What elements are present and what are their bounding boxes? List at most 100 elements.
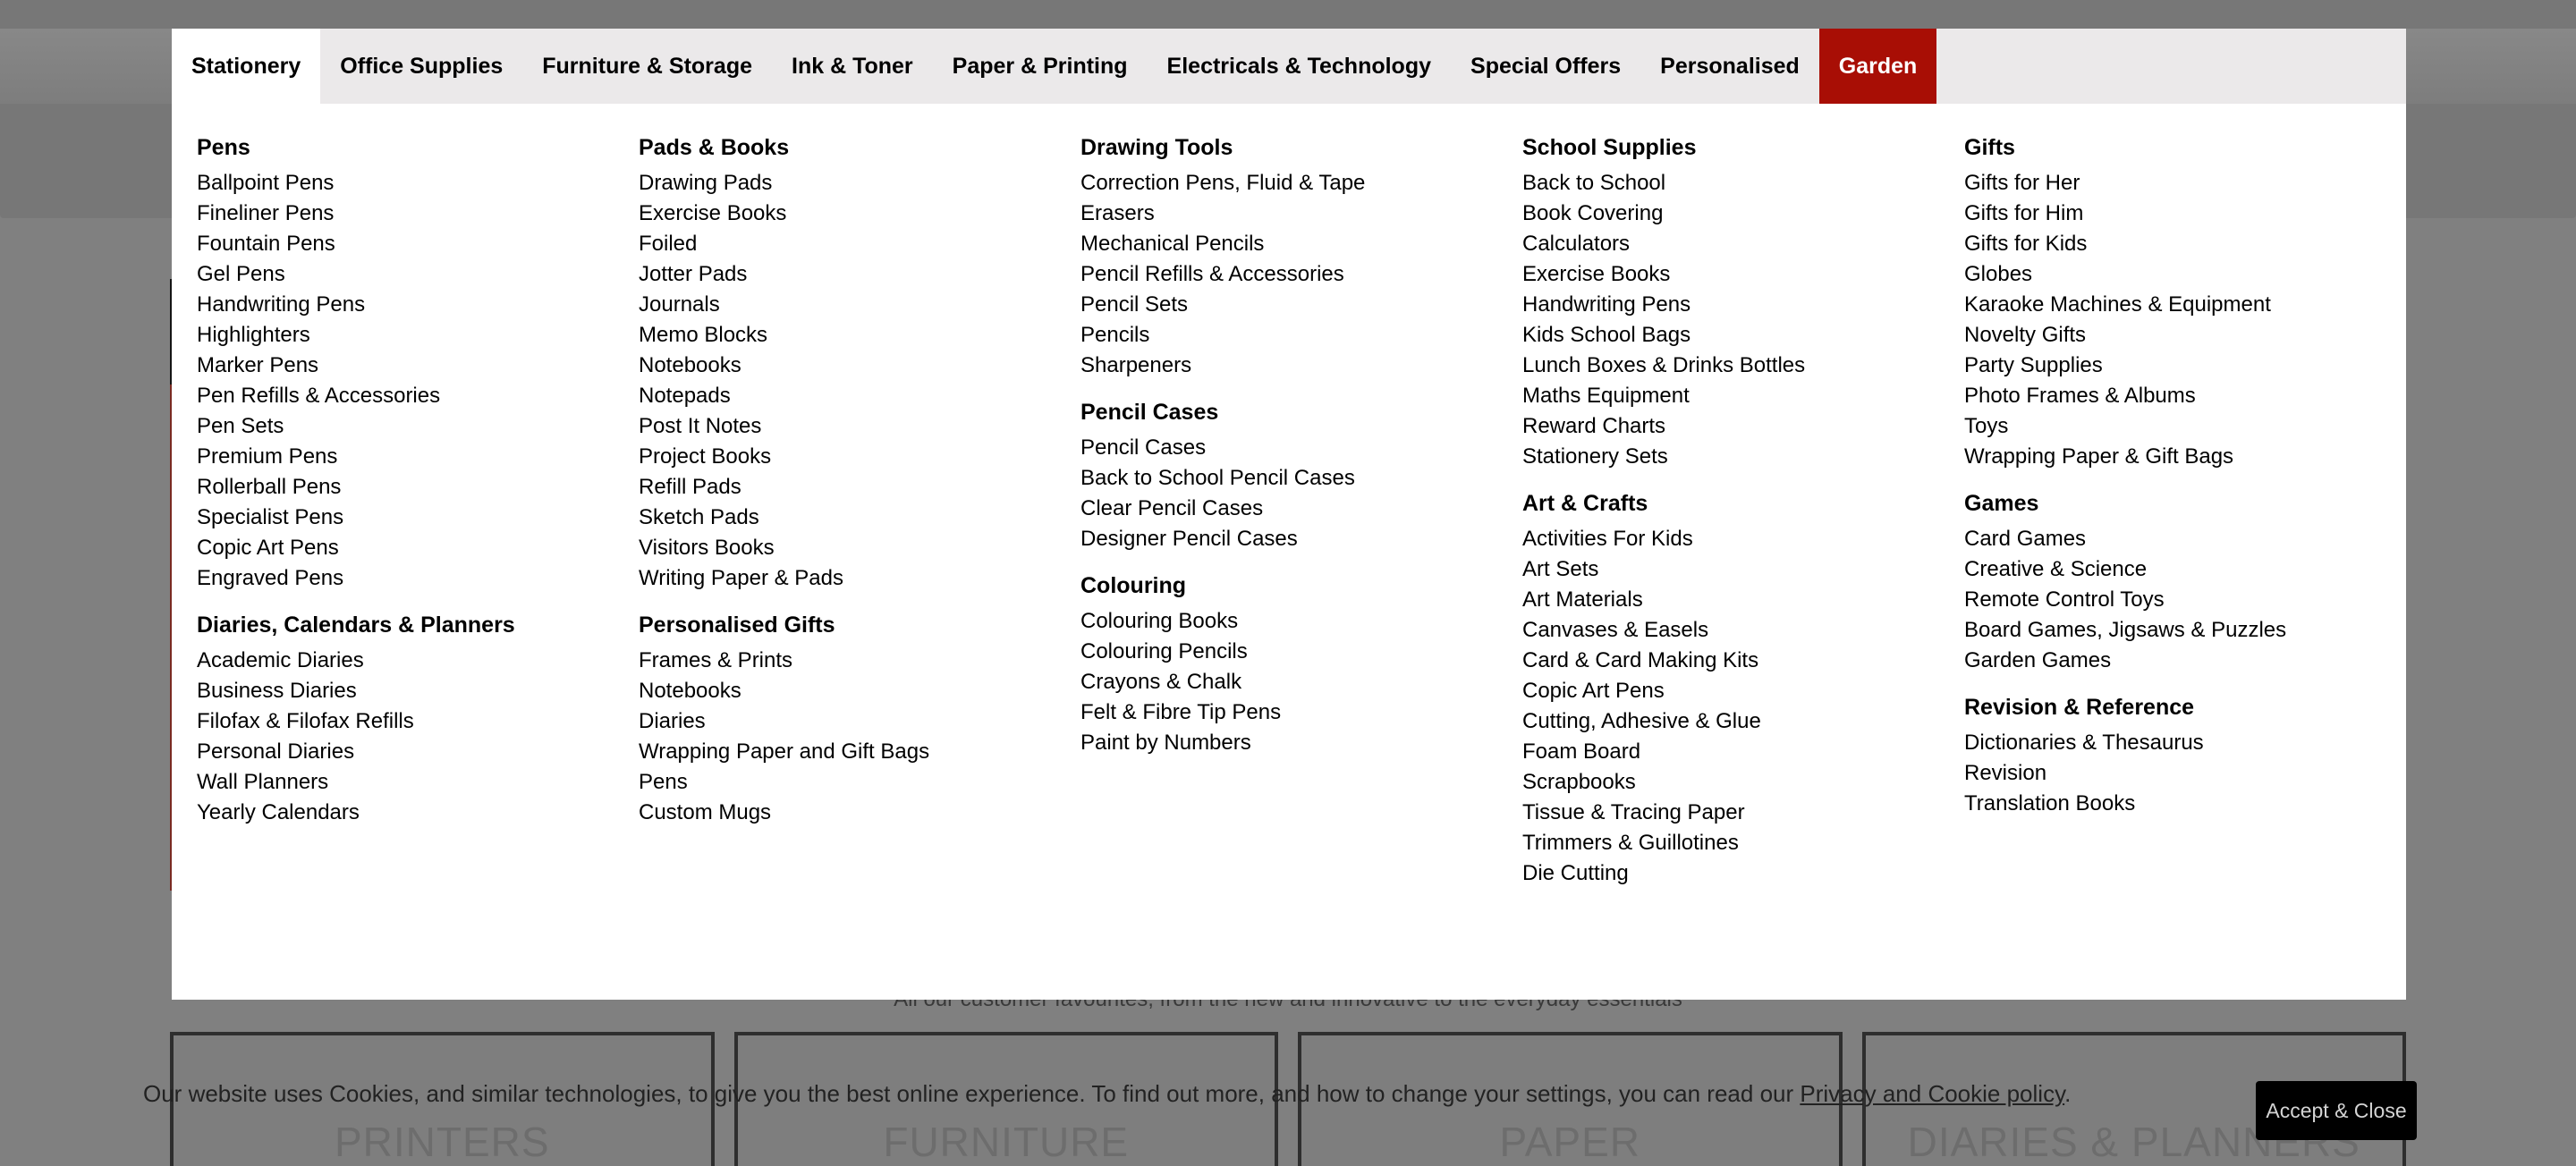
tab-garden[interactable]: Garden	[1818, 29, 1937, 104]
menu-link-stationery-sets[interactable]: Stationery Sets	[1522, 442, 1964, 472]
menu-link-pen-sets[interactable]: Pen Sets	[197, 411, 639, 442]
menu-link-fountain-pens[interactable]: Fountain Pens	[197, 229, 639, 259]
menu-link-academic-diaries[interactable]: Academic Diaries	[197, 646, 639, 676]
menu-link-garden-games[interactable]: Garden Games	[1964, 646, 2406, 676]
menu-link-dictionaries-and-thesaurus[interactable]: Dictionaries & Thesaurus	[1964, 728, 2406, 758]
menu-link-notepads[interactable]: Notepads	[639, 381, 1080, 411]
menu-link-writing-paper-and-pads[interactable]: Writing Paper & Pads	[639, 563, 1080, 594]
menu-group-heading-drawing-tools[interactable]: Drawing Tools	[1080, 134, 1522, 161]
menu-group-heading-colouring[interactable]: Colouring	[1080, 572, 1522, 599]
menu-link-scrapbooks[interactable]: Scrapbooks	[1522, 767, 1964, 798]
menu-link-tissue-and-tracing-paper[interactable]: Tissue & Tracing Paper	[1522, 798, 1964, 828]
menu-link-premium-pens[interactable]: Premium Pens	[197, 442, 639, 472]
menu-link-reward-charts[interactable]: Reward Charts	[1522, 411, 1964, 442]
menu-link-canvases-and-easels[interactable]: Canvases & Easels	[1522, 615, 1964, 646]
menu-link-toys[interactable]: Toys	[1964, 411, 2406, 442]
menu-link-board-games-jigsaws-and-puzzles[interactable]: Board Games, Jigsaws & Puzzles	[1964, 615, 2406, 646]
menu-group-heading-pens[interactable]: Pens	[197, 134, 639, 161]
menu-link-die-cutting[interactable]: Die Cutting	[1522, 858, 1964, 889]
menu-link-engraved-pens[interactable]: Engraved Pens	[197, 563, 639, 594]
menu-link-exercise-books[interactable]: Exercise Books	[639, 199, 1080, 229]
privacy-policy-link[interactable]: Privacy and Cookie policy	[1800, 1080, 2064, 1107]
menu-link-activities-for-kids[interactable]: Activities For Kids	[1522, 524, 1964, 554]
menu-link-notebooks[interactable]: Notebooks	[639, 676, 1080, 706]
menu-link-card-games[interactable]: Card Games	[1964, 524, 2406, 554]
menu-link-handwriting-pens[interactable]: Handwriting Pens	[1522, 290, 1964, 320]
menu-link-clear-pencil-cases[interactable]: Clear Pencil Cases	[1080, 494, 1522, 524]
menu-link-exercise-books[interactable]: Exercise Books	[1522, 259, 1964, 290]
menu-link-wall-planners[interactable]: Wall Planners	[197, 767, 639, 798]
menu-link-filofax-and-filofax-refills[interactable]: Filofax & Filofax Refills	[197, 706, 639, 737]
menu-link-gifts-for-him[interactable]: Gifts for Him	[1964, 199, 2406, 229]
tab-electricals-technology[interactable]: Electricals & Technology	[1148, 29, 1451, 104]
menu-link-creative-and-science[interactable]: Creative & Science	[1964, 554, 2406, 585]
menu-link-project-books[interactable]: Project Books	[639, 442, 1080, 472]
tab-special-offers[interactable]: Special Offers	[1451, 29, 1640, 104]
menu-link-frames-and-prints[interactable]: Frames & Prints	[639, 646, 1080, 676]
menu-link-art-materials[interactable]: Art Materials	[1522, 585, 1964, 615]
menu-link-gel-pens[interactable]: Gel Pens	[197, 259, 639, 290]
tab-office-supplies[interactable]: Office Supplies	[320, 29, 522, 104]
menu-link-pencil-sets[interactable]: Pencil Sets	[1080, 290, 1522, 320]
menu-group-heading-personalised-gifts[interactable]: Personalised Gifts	[639, 612, 1080, 638]
menu-link-book-covering[interactable]: Book Covering	[1522, 199, 1964, 229]
menu-group-heading-diaries-calendars-and-planners[interactable]: Diaries, Calendars & Planners	[197, 612, 639, 638]
menu-link-mechanical-pencils[interactable]: Mechanical Pencils	[1080, 229, 1522, 259]
menu-link-novelty-gifts[interactable]: Novelty Gifts	[1964, 320, 2406, 351]
menu-link-post-it-notes[interactable]: Post It Notes	[639, 411, 1080, 442]
menu-link-crayons-and-chalk[interactable]: Crayons & Chalk	[1080, 667, 1522, 697]
menu-group-heading-pads-and-books[interactable]: Pads & Books	[639, 134, 1080, 161]
menu-link-copic-art-pens[interactable]: Copic Art Pens	[197, 533, 639, 563]
menu-link-maths-equipment[interactable]: Maths Equipment	[1522, 381, 1964, 411]
menu-link-pencil-refills-and-accessories[interactable]: Pencil Refills & Accessories	[1080, 259, 1522, 290]
menu-link-foam-board[interactable]: Foam Board	[1522, 737, 1964, 767]
tab-personalised[interactable]: Personalised	[1640, 29, 1819, 104]
tab-ink-toner[interactable]: Ink & Toner	[772, 29, 933, 104]
menu-link-wrapping-paper-and-gift-bags[interactable]: Wrapping Paper & Gift Bags	[1964, 442, 2406, 472]
menu-group-heading-school-supplies[interactable]: School Supplies	[1522, 134, 1964, 161]
menu-link-diaries[interactable]: Diaries	[639, 706, 1080, 737]
menu-link-yearly-calendars[interactable]: Yearly Calendars	[197, 798, 639, 828]
menu-link-sketch-pads[interactable]: Sketch Pads	[639, 503, 1080, 533]
menu-group-heading-gifts[interactable]: Gifts	[1964, 134, 2406, 161]
menu-link-colouring-pencils[interactable]: Colouring Pencils	[1080, 637, 1522, 667]
menu-link-personal-diaries[interactable]: Personal Diaries	[197, 737, 639, 767]
menu-link-lunch-boxes-and-drinks-bottles[interactable]: Lunch Boxes & Drinks Bottles	[1522, 351, 1964, 381]
menu-link-felt-and-fibre-tip-pens[interactable]: Felt & Fibre Tip Pens	[1080, 697, 1522, 728]
menu-link-gifts-for-her[interactable]: Gifts for Her	[1964, 168, 2406, 199]
menu-link-rollerball-pens[interactable]: Rollerball Pens	[197, 472, 639, 503]
menu-link-back-to-school[interactable]: Back to School	[1522, 168, 1964, 199]
menu-link-paint-by-numbers[interactable]: Paint by Numbers	[1080, 728, 1522, 758]
menu-link-kids-school-bags[interactable]: Kids School Bags	[1522, 320, 1964, 351]
menu-link-fineliner-pens[interactable]: Fineliner Pens	[197, 199, 639, 229]
menu-link-custom-mugs[interactable]: Custom Mugs	[639, 798, 1080, 828]
menu-link-correction-pens-fluid-and-tape[interactable]: Correction Pens, Fluid & Tape	[1080, 168, 1522, 199]
menu-link-photo-frames-and-albums[interactable]: Photo Frames & Albums	[1964, 381, 2406, 411]
menu-link-gifts-for-kids[interactable]: Gifts for Kids	[1964, 229, 2406, 259]
menu-link-specialist-pens[interactable]: Specialist Pens	[197, 503, 639, 533]
menu-link-karaoke-machines-and-equipment[interactable]: Karaoke Machines & Equipment	[1964, 290, 2406, 320]
accept-close-button[interactable]: Accept & Close	[2256, 1081, 2417, 1140]
menu-group-heading-art-and-crafts[interactable]: Art & Crafts	[1522, 490, 1964, 517]
menu-link-journals[interactable]: Journals	[639, 290, 1080, 320]
menu-link-notebooks[interactable]: Notebooks	[639, 351, 1080, 381]
tab-stationery[interactable]: Stationery	[172, 29, 321, 104]
menu-link-foiled[interactable]: Foiled	[639, 229, 1080, 259]
menu-link-sharpeners[interactable]: Sharpeners	[1080, 351, 1522, 381]
menu-link-remote-control-toys[interactable]: Remote Control Toys	[1964, 585, 2406, 615]
menu-link-designer-pencil-cases[interactable]: Designer Pencil Cases	[1080, 524, 1522, 554]
menu-link-party-supplies[interactable]: Party Supplies	[1964, 351, 2406, 381]
menu-link-copic-art-pens[interactable]: Copic Art Pens	[1522, 676, 1964, 706]
menu-link-wrapping-paper-and-gift-bags[interactable]: Wrapping Paper and Gift Bags	[639, 737, 1080, 767]
menu-link-revision[interactable]: Revision	[1964, 758, 2406, 789]
menu-link-ballpoint-pens[interactable]: Ballpoint Pens	[197, 168, 639, 199]
menu-link-card-and-card-making-kits[interactable]: Card & Card Making Kits	[1522, 646, 1964, 676]
menu-link-memo-blocks[interactable]: Memo Blocks	[639, 320, 1080, 351]
menu-link-refill-pads[interactable]: Refill Pads	[639, 472, 1080, 503]
menu-link-trimmers-and-guillotines[interactable]: Trimmers & Guillotines	[1522, 828, 1964, 858]
menu-link-pencils[interactable]: Pencils	[1080, 320, 1522, 351]
menu-link-handwriting-pens[interactable]: Handwriting Pens	[197, 290, 639, 320]
menu-link-drawing-pads[interactable]: Drawing Pads	[639, 168, 1080, 199]
menu-link-back-to-school-pencil-cases[interactable]: Back to School Pencil Cases	[1080, 463, 1522, 494]
menu-link-visitors-books[interactable]: Visitors Books	[639, 533, 1080, 563]
